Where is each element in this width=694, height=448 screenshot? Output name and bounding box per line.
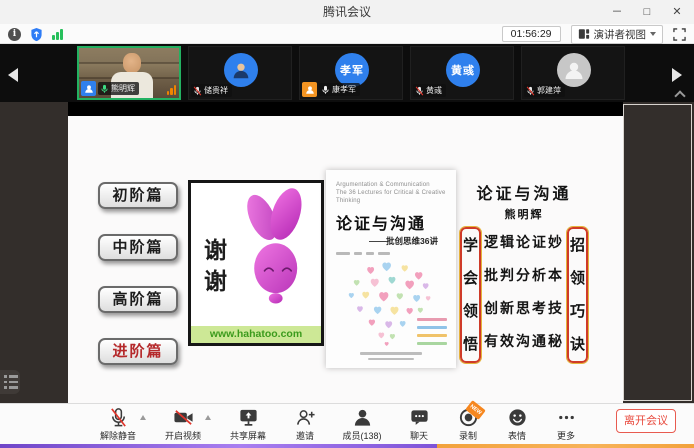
person-plus-icon	[295, 407, 316, 428]
avatar	[224, 53, 258, 87]
chevron-down-icon	[650, 32, 656, 36]
participant-thumbnail[interactable]: 储贵祥	[188, 46, 292, 100]
meeting-info-icon[interactable]: i	[8, 28, 21, 41]
participant-strip: 熊明辉 储贵祥	[0, 44, 694, 102]
participant-name: 郭建萍	[537, 85, 561, 96]
mic-on-icon	[321, 85, 330, 95]
book-cover-image: Argumentation & Communication The 36 Lec…	[326, 170, 456, 368]
mic-slash-icon	[108, 407, 129, 428]
thanks-char: 谢	[204, 235, 227, 266]
more-button[interactable]: 更多	[548, 407, 584, 442]
slide-button-progression: 进阶篇	[98, 338, 178, 365]
tencent-meeting-window: 腾讯会议 － □ ✕ i 01:56:29	[0, 0, 694, 448]
participant-thumbnail[interactable]: 熊明辉	[77, 46, 181, 100]
screen-share-icon	[238, 407, 259, 428]
book-feature-list	[417, 318, 447, 345]
invite-button[interactable]: 邀请	[287, 407, 323, 442]
meeting-timer: 01:56:29	[502, 26, 561, 42]
video-options-caret[interactable]	[205, 415, 211, 420]
presentation-slide: 初阶篇 中阶篇 高阶篇 进阶篇 谢 谢	[68, 116, 623, 403]
speaking-signal-icon	[167, 85, 177, 95]
close-button[interactable]: ✕	[662, 0, 692, 24]
layout-icon	[578, 28, 590, 40]
fullscreen-icon[interactable]	[673, 28, 686, 41]
camera-slash-icon	[173, 407, 194, 428]
status-toolbar: i 01:56:29 演讲者视图	[0, 24, 694, 44]
calligraphy-panel: 论证与沟通 熊明辉 学 会 领 悟 逻辑论证妙 批判分析本 创新思考技 有效沟通…	[460, 180, 588, 360]
view-mode-label: 演讲者视图	[594, 27, 647, 42]
network-signal-icon[interactable]	[52, 28, 63, 40]
meeting-toolbar: 解除静音 开启视频 共享屏幕	[0, 403, 694, 444]
slide-button-beginner: 初阶篇	[98, 182, 178, 209]
thank-you-image: 谢 谢 www.hahatoo.com	[188, 180, 324, 346]
website-url: www.hahatoo.com	[191, 326, 321, 343]
participant-name: 黄彧	[426, 85, 442, 96]
unmute-button[interactable]: 解除静音	[92, 407, 144, 442]
members-button[interactable]: 成员(138)	[336, 407, 388, 442]
window-title: 腾讯会议	[0, 0, 694, 24]
leave-meeting-button[interactable]: 离开会议	[616, 409, 676, 433]
shared-screen-area: 初阶篇 中阶篇 高阶篇 进阶篇 谢 谢	[0, 102, 694, 403]
cohost-badge-icon	[302, 82, 317, 97]
panel-middle-lines: 逻辑论证妙 批判分析本 创新思考技 有效沟通秘	[481, 227, 567, 363]
mic-muted-icon	[415, 86, 424, 96]
host-badge-icon	[81, 81, 96, 96]
panel-title: 论证与沟通	[460, 180, 588, 204]
book-author-line	[336, 252, 448, 255]
scroll-left-button[interactable]	[8, 68, 18, 82]
right-side-panel	[623, 104, 692, 401]
view-mode-selector[interactable]: 演讲者视图	[571, 25, 664, 44]
floating-list-widget[interactable]	[0, 370, 20, 394]
avatar: 黄彧	[446, 53, 480, 87]
participant-name: 康孝军	[332, 84, 356, 95]
thanks-char: 谢	[204, 266, 227, 297]
chat-bubble-icon	[409, 407, 430, 428]
smiley-icon	[507, 407, 528, 428]
book-english-subtitle: The 36 Lectures for Critical & Creative …	[336, 189, 448, 205]
participant-name: 储贵祥	[204, 85, 228, 96]
collapse-strip-chevron-icon[interactable]	[675, 90, 684, 99]
ellipsis-icon	[556, 407, 577, 428]
maximize-button[interactable]: □	[632, 0, 662, 24]
slide-button-advanced: 高阶篇	[98, 286, 178, 313]
scroll-right-button[interactable]	[672, 68, 682, 82]
participant-thumbnail[interactable]: 郭建萍	[521, 46, 625, 100]
minimize-button[interactable]: －	[602, 0, 632, 24]
mic-muted-icon	[193, 86, 202, 96]
participant-thumbnail[interactable]: 孝军 康孝军	[299, 46, 403, 100]
security-shield-icon[interactable]	[30, 27, 43, 42]
panel-left-charbox: 学 会 领 悟	[460, 227, 481, 363]
person-icon	[352, 407, 373, 428]
titlebar: 腾讯会议 － □ ✕	[0, 0, 694, 24]
emoji-button[interactable]: 表情	[499, 407, 535, 442]
book-publisher-line	[326, 352, 456, 360]
avatar	[557, 53, 591, 87]
mic-on-icon	[100, 84, 109, 94]
participant-name: 熊明辉	[111, 83, 135, 94]
bottom-accent-strip	[0, 444, 694, 448]
mic-options-caret[interactable]	[140, 415, 146, 420]
chat-button[interactable]: 聊天	[401, 407, 437, 442]
start-video-button[interactable]: 开启视频	[157, 407, 209, 442]
rabbit-mascot-image	[231, 185, 317, 317]
share-screen-button[interactable]: 共享屏幕	[222, 407, 274, 442]
participant-thumbnail[interactable]: 黄彧 黄彧	[410, 46, 514, 100]
record-button[interactable]: NEW 录制	[450, 407, 486, 442]
slideshow-letterbox	[68, 102, 623, 116]
panel-right-charbox: 招 领 巧 诀	[567, 227, 588, 363]
slide-button-intermediate: 中阶篇	[98, 234, 178, 261]
book-subtitle: ——批创思维36讲	[336, 235, 448, 247]
panel-author: 熊明辉	[460, 206, 588, 222]
mic-muted-icon	[526, 86, 535, 96]
book-english-title: Argumentation & Communication	[336, 181, 448, 189]
book-title: 论证与沟通	[336, 210, 448, 234]
